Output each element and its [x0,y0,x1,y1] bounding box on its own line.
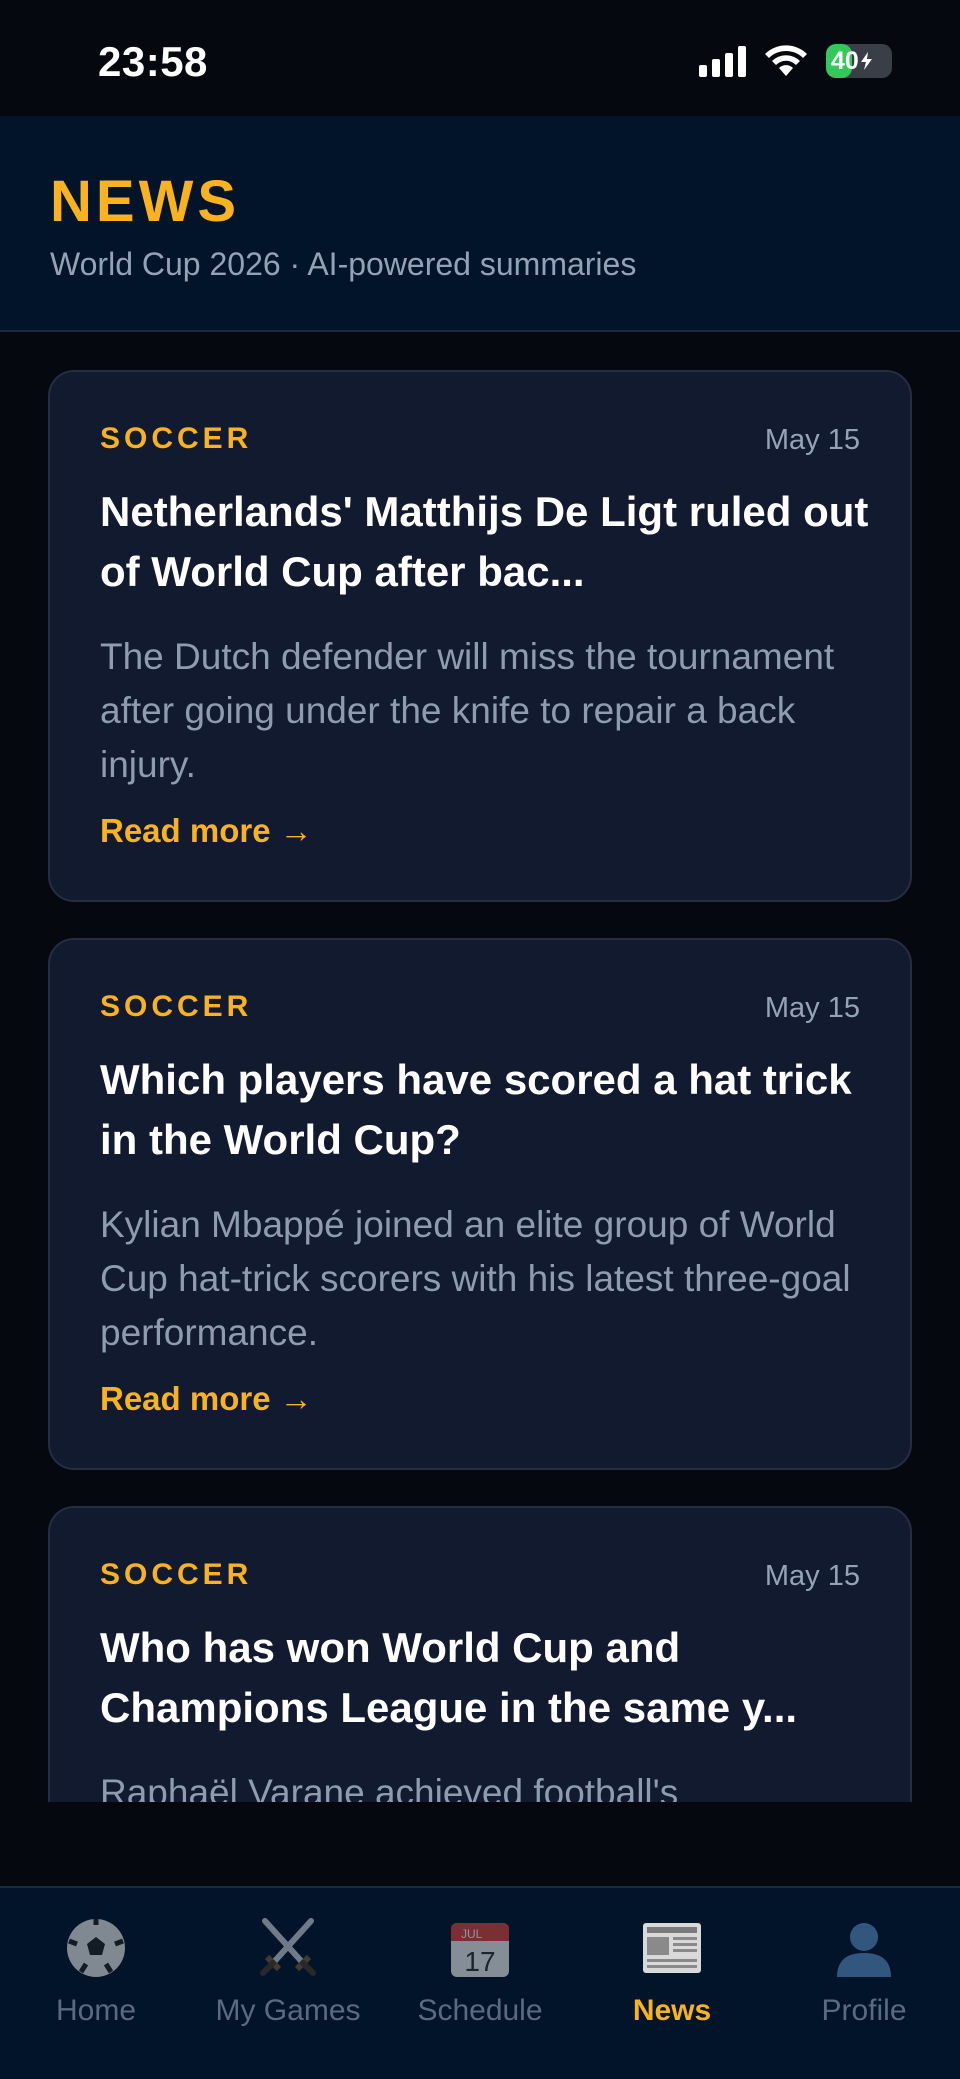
news-feed[interactable]: SOCCER May 15 Netherlands' Matthijs De L… [0,334,960,1802]
tab-bar: Home My Games JUL 17 Schedule News Profi… [0,1886,960,2079]
calendar-icon: JUL 17 [448,1916,512,1980]
tab-schedule[interactable]: JUL 17 Schedule [384,1888,576,2079]
news-card[interactable]: SOCCER May 15 Which players have scored … [48,938,912,1470]
crossed-swords-icon [256,1916,320,1980]
card-summary: Kylian Mbappé joined an elite group of W… [100,1204,851,1353]
card-summary: Raphaël Varane achieved football's [100,1772,679,1802]
page-title: NEWS [50,169,240,234]
battery-icon: 40 [826,44,892,78]
news-card[interactable]: SOCCER May 15 Netherlands' Matthijs De L… [48,370,912,902]
person-icon [832,1916,896,1980]
tab-my-games[interactable]: My Games [192,1888,384,2079]
card-title: Who has won World Cup and Champions Leag… [100,1624,798,1731]
calendar-day: 17 [464,1946,495,1977]
card-date: May 15 [764,1560,860,1592]
card-category: SOCCER [100,422,253,455]
tab-label: Profile [821,1994,907,2027]
page-subtitle: World Cup 2026 · AI-powered summaries [50,246,637,282]
tab-label: News [632,1994,712,2027]
read-more-link[interactable]: Read more → [100,1380,313,1418]
read-more-link[interactable]: Read more → [100,812,313,850]
tab-news[interactable]: News [576,1888,768,2079]
news-card[interactable]: SOCCER May 15 Who has won World Cup and … [48,1506,912,1802]
card-date: May 15 [764,424,860,456]
card-category: SOCCER [100,990,253,1023]
card-category: SOCCER [100,1558,253,1591]
tab-profile[interactable]: Profile [768,1888,960,2079]
newspaper-icon [640,1916,704,1980]
card-title: Which players have scored a hat trick in… [100,1056,852,1163]
card-date: May 15 [764,992,860,1024]
tab-label: Schedule [417,1994,543,2027]
card-title: Netherlands' Matthijs De Ligt ruled out … [100,488,869,595]
tab-home[interactable]: Home [0,1888,192,2079]
tab-label: My Games [215,1994,361,2027]
soccer-ball-icon [64,1916,128,1980]
tab-label: Home [55,1994,137,2027]
battery-level: 40 [831,46,859,75]
card-summary: The Dutch defender will miss the tournam… [100,636,835,785]
wifi-icon [765,45,807,76]
status-bar: 23:58 40 [0,0,960,116]
status-time: 23:58 [98,38,208,85]
page-header: NEWS World Cup 2026 · AI-powered summari… [0,116,960,332]
cellular-signal-icon [699,45,746,77]
calendar-month: JUL [461,1927,483,1941]
status-icons: 40 [699,44,892,78]
